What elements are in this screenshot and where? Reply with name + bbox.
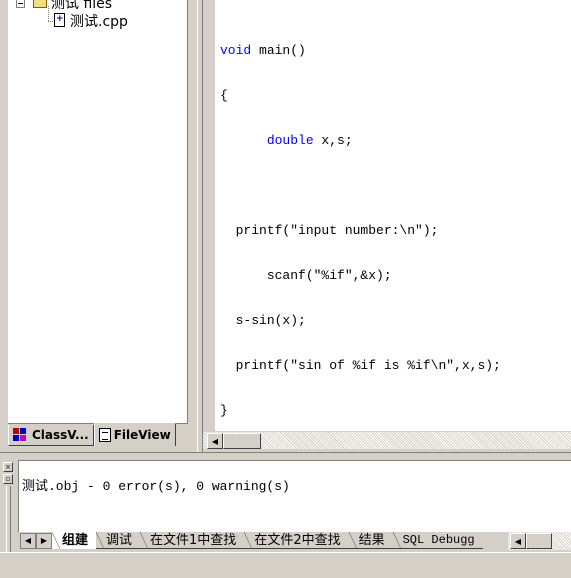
scroll-thumb[interactable] [223, 433, 261, 449]
tab-debug[interactable]: 调试 [96, 532, 141, 549]
code-keyword: double [266, 133, 314, 148]
build-output-message: 测试.obj - 0 error(s), 0 warning(s) [22, 479, 290, 494]
tree-file-label: 测试.cpp [70, 14, 128, 30]
code-line: printf("input number:\n"); [235, 223, 439, 238]
cpp-file-icon: + [53, 13, 67, 29]
close-icon[interactable]: × [3, 462, 13, 472]
output-window[interactable]: 测试.obj - 0 error(s), 0 warning(s) [18, 460, 571, 532]
output-gripper[interactable]: × ▫ [3, 462, 13, 556]
scroll-thumb[interactable] [526, 533, 552, 549]
tab-classview[interactable]: ClassV... [8, 425, 94, 446]
code-text[interactable]: void main() { double x,s; printf("input … [220, 13, 501, 431]
output-horizontal-scrollbar[interactable]: ◀ [508, 532, 571, 550]
tab-sql-debugging[interactable]: SQL Debugg [392, 532, 483, 549]
workspace-tabs: ClassV... FileView [8, 423, 193, 447]
maximize-icon[interactable]: ▫ [3, 474, 13, 484]
code-line: void main() [220, 43, 306, 58]
classview-icon [13, 428, 29, 442]
tab-results[interactable]: 结果 [348, 532, 393, 549]
code-keyword: void [220, 43, 252, 58]
tab-build[interactable]: 组建 [52, 532, 97, 549]
scroll-left-button[interactable]: ◀ [207, 433, 223, 449]
horizontal-splitter[interactable] [0, 452, 571, 460]
code-line: double x,s; [266, 133, 353, 148]
code-line: printf("sin of %if is %if\n",x,s); [235, 358, 501, 373]
code-line: { [220, 88, 228, 103]
tab-scroll-left-icon[interactable]: ◀ [20, 533, 36, 549]
tab-classview-label: ClassV... [32, 428, 89, 442]
fileview-icon [98, 428, 111, 442]
collapse-icon[interactable] [16, 0, 25, 8]
tab-scroll-right-icon[interactable]: ▶ [36, 533, 52, 549]
output-tab-bar: ◀ ▶ 组建 调试 在文件1中查找 在文件2中查找 结果 SQL Debugg … [18, 532, 571, 550]
gripper-bar[interactable] [6, 486, 11, 556]
ide-window: 测试 files + 测试.cpp ClassV... FileView voi… [0, 0, 571, 578]
folder-icon [33, 0, 49, 9]
tab-find-in-files-2[interactable]: 在文件2中查找 [244, 532, 349, 549]
editor-gutter [203, 0, 215, 431]
tab-fileview-label: FileView [113, 428, 171, 442]
tab-fileview[interactable]: FileView [93, 423, 176, 446]
code-line: scanf("%if",&x); [266, 268, 392, 283]
tab-find-in-files-1[interactable]: 在文件1中查找 [140, 532, 245, 549]
code-line: } [220, 403, 228, 418]
workspace-panel: 测试 files + 测试.cpp ClassV... FileView [0, 0, 197, 452]
code-line: s-sin(x); [235, 313, 306, 328]
status-bar [0, 552, 571, 578]
file-tree: 测试 files + 测试.cpp [8, 0, 188, 424]
code-editor[interactable]: void main() { double x,s; printf("input … [203, 0, 571, 431]
editor-horizontal-scrollbar[interactable]: ◀ [203, 431, 571, 449]
scroll-left-button[interactable]: ◀ [510, 533, 526, 549]
output-tabs: 组建 调试 在文件1中查找 在文件2中查找 结果 SQL Debugg [52, 532, 508, 550]
tree-node-file[interactable]: + 测试.cpp [53, 12, 128, 30]
